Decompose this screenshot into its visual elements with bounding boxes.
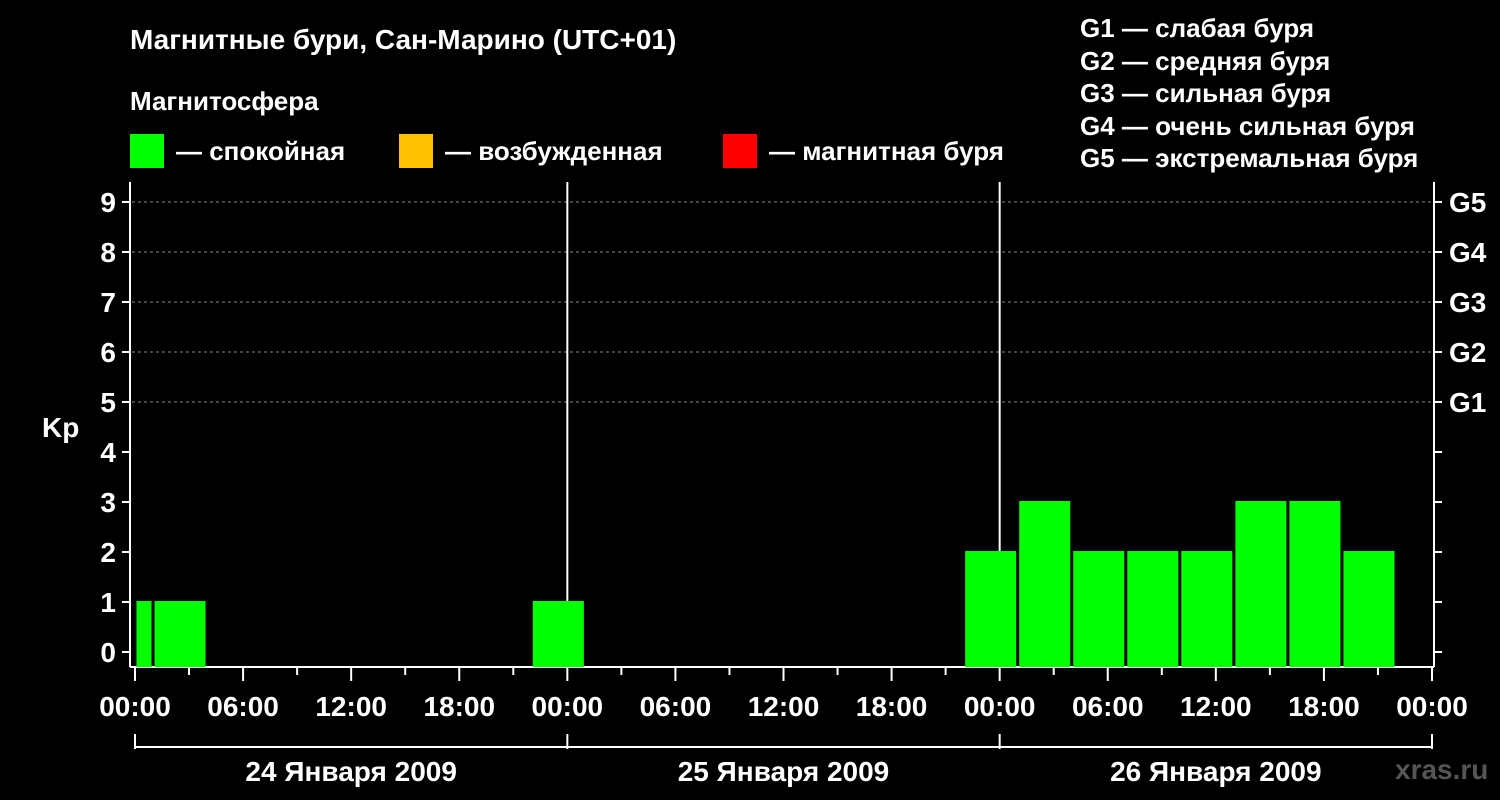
kp-bar	[532, 601, 584, 667]
y-tick-label: 5	[100, 387, 116, 418]
g-tick-label: G2	[1449, 337, 1486, 368]
x-tick-label: 00:00	[1396, 691, 1468, 722]
x-tick-label: 00:00	[964, 691, 1036, 722]
y-tick-label: 2	[100, 537, 116, 568]
y-tick-label: 7	[100, 287, 116, 318]
y-tick-label: 9	[100, 187, 116, 218]
x-tick-label: 12:00	[1180, 691, 1252, 722]
y-tick-label: 8	[100, 237, 116, 268]
kp-bar	[136, 601, 152, 667]
g-tick-label: G1	[1449, 387, 1486, 418]
x-tick-label: 06:00	[207, 691, 279, 722]
watermark: xras.ru	[1395, 754, 1489, 785]
kp-bar	[154, 601, 206, 667]
y-tick-label: 1	[100, 587, 116, 618]
kp-bar	[1235, 501, 1287, 667]
kp-bar	[1019, 501, 1071, 667]
kp-bar	[1127, 551, 1179, 667]
x-tick-label: 00:00	[532, 691, 604, 722]
y-tick-label: 0	[100, 637, 116, 668]
x-tick-label: 18:00	[423, 691, 495, 722]
day-label: 25 Января 2009	[678, 756, 890, 787]
g-tick-label: G3	[1449, 287, 1486, 318]
y-tick-label: 6	[100, 337, 116, 368]
kp-bar	[1289, 501, 1341, 667]
x-tick-label: 12:00	[315, 691, 387, 722]
day-label: 26 Января 2009	[1110, 756, 1322, 787]
x-tick-label: 06:00	[1072, 691, 1144, 722]
x-tick-label: 06:00	[640, 691, 712, 722]
kp-bar	[1073, 551, 1125, 667]
g-tick-label: G5	[1449, 187, 1486, 218]
x-tick-label: 18:00	[1288, 691, 1360, 722]
x-tick-label: 00:00	[99, 691, 171, 722]
kp-bar	[1181, 551, 1233, 667]
kp-chart: 0 1 2 3 4 5 6 7 8 9 G1 G2 G3 G4 G5 00:00 06:00 12:00 18:00…	[99, 182, 1487, 787]
day-label: 24 Января 2009	[245, 756, 457, 787]
kp-bar	[1343, 551, 1395, 667]
y-tick-label: 3	[100, 487, 116, 518]
x-tick-label: 12:00	[748, 691, 820, 722]
g-tick-label: G4	[1449, 237, 1487, 268]
x-tick-label: 18:00	[856, 691, 928, 722]
y-tick-label: 4	[100, 437, 116, 468]
kp-bar	[965, 551, 1017, 667]
